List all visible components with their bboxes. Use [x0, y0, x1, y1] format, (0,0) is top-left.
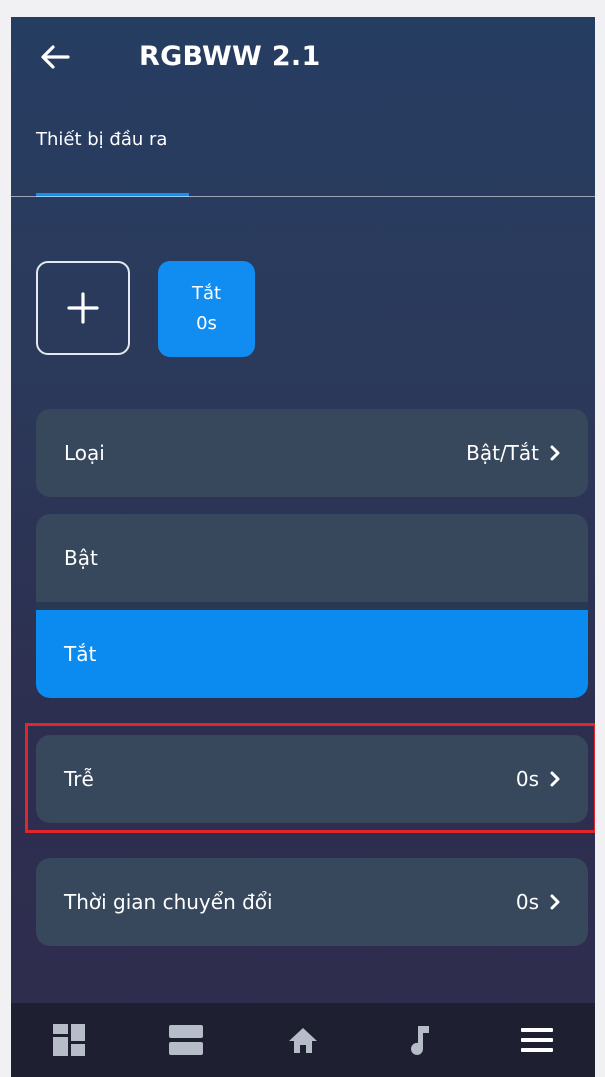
- options-divider: [36, 602, 588, 610]
- tab-output-devices[interactable]: Thiết bị đầu ra: [36, 121, 167, 159]
- page-title: RGBWW 2.1: [139, 41, 321, 72]
- add-scene-button[interactable]: [36, 261, 130, 355]
- home-icon: [288, 1028, 317, 1053]
- plus-icon: [67, 292, 99, 324]
- arrow-left-icon: [41, 45, 70, 69]
- chevron-right-icon: [549, 770, 561, 788]
- rooms-icon: [169, 1025, 204, 1055]
- chevron-right-icon: [549, 893, 561, 911]
- option-on-label: Bật: [64, 546, 98, 570]
- transition-time-label: Thời gian chuyển đổi: [64, 890, 273, 914]
- option-off[interactable]: Tắt: [36, 610, 588, 698]
- tab-divider: [11, 196, 595, 197]
- dashboard-icon: [53, 1024, 86, 1056]
- nav-home[interactable]: [273, 1010, 333, 1070]
- delay-value: 0s: [515, 767, 539, 791]
- scene-chip-title: Tắt: [191, 283, 222, 304]
- type-row[interactable]: Loại Bật/Tắt: [36, 409, 588, 497]
- option-off-label: Tắt: [64, 642, 97, 666]
- music-note-icon: [410, 1026, 429, 1055]
- nav-menu[interactable]: [507, 1010, 567, 1070]
- scene-chip[interactable]: Tắt 0s: [158, 261, 255, 357]
- type-value: Bật/Tắt: [466, 441, 539, 465]
- nav-rooms[interactable]: [156, 1010, 216, 1070]
- on-off-options: Bật Tắt: [36, 514, 588, 698]
- transition-time-value: 0s: [515, 890, 539, 914]
- menu-icon: [520, 1028, 553, 1052]
- chevron-right-icon: [549, 444, 561, 462]
- app-screen: RGBWW 2.1 Thiết bị đầu ra Tắt 0s Loại Bậ…: [11, 17, 595, 1077]
- back-button[interactable]: [35, 37, 75, 77]
- nav-dashboard[interactable]: [39, 1010, 99, 1070]
- app-header: RGBWW 2.1: [11, 17, 595, 97]
- type-label: Loại: [64, 441, 105, 465]
- bottom-nav: [11, 1003, 595, 1077]
- transition-time-row[interactable]: Thời gian chuyển đổi 0s: [36, 858, 588, 946]
- scene-chip-delay: 0s: [196, 313, 217, 334]
- nav-music[interactable]: [390, 1010, 450, 1070]
- delay-label: Trễ: [64, 767, 94, 791]
- delay-row[interactable]: Trễ 0s: [36, 735, 588, 823]
- option-on[interactable]: Bật: [36, 514, 588, 602]
